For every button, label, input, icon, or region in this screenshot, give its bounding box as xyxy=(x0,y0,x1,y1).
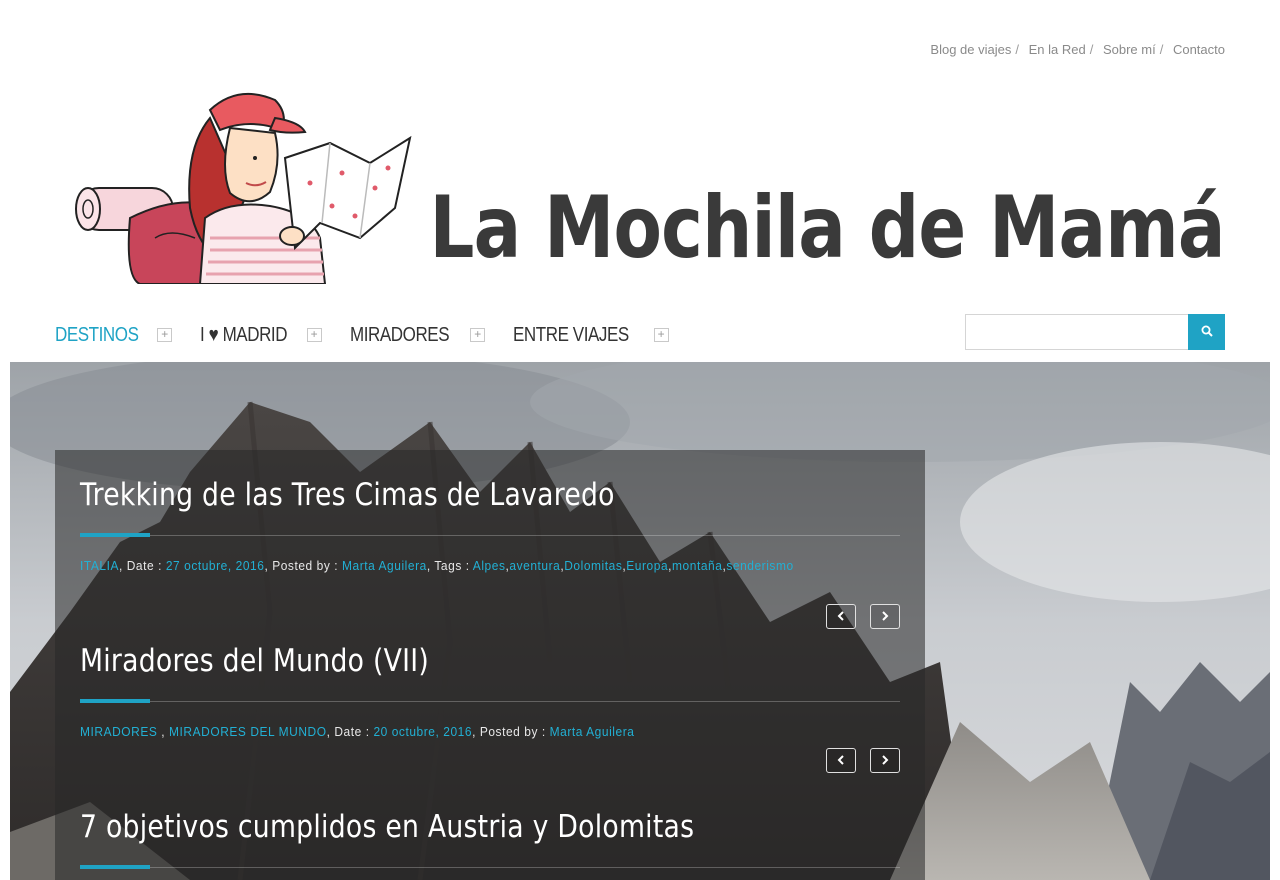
post-tag-link[interactable]: Europa xyxy=(626,558,668,573)
previous-post-button[interactable] xyxy=(826,604,856,629)
post-meta: MIRADORES , MIRADORES DEL MUNDO, Date : … xyxy=(80,724,635,739)
post-tag-link[interactable]: Alpes xyxy=(473,558,506,573)
top-link-blog[interactable]: Blog de viajes xyxy=(930,42,1011,57)
search-icon xyxy=(1201,325,1213,340)
post-list-overlay: Trekking de las Tres Cimas de Lavaredo I… xyxy=(55,450,925,880)
search-button[interactable] xyxy=(1188,314,1225,350)
previous-post-button[interactable] xyxy=(826,748,856,773)
nav-item-destinos[interactable]: DESTINOS + xyxy=(55,323,173,347)
post-tag-link[interactable]: senderismo xyxy=(726,558,793,573)
post-divider-accent xyxy=(80,533,150,537)
site-title[interactable]: La Mochila de Mamá xyxy=(430,178,1226,278)
post-divider-accent xyxy=(80,865,150,869)
post-tag-link[interactable]: Dolomitas xyxy=(564,558,622,573)
chevron-right-icon xyxy=(881,752,889,770)
expand-icon[interactable]: + xyxy=(157,328,173,342)
top-link-sobre[interactable]: Sobre mí xyxy=(1103,42,1156,57)
meta-label: , Posted by : xyxy=(472,724,550,739)
post-category-link[interactable]: MIRADORES xyxy=(80,724,157,739)
next-post-button[interactable] xyxy=(870,604,900,629)
post-title[interactable]: Miradores del Mundo (VII) xyxy=(80,643,785,679)
chevron-left-icon xyxy=(837,752,845,770)
search-input[interactable] xyxy=(965,314,1188,350)
post-divider xyxy=(80,533,900,537)
post-divider xyxy=(80,699,900,703)
hero-slider: Trekking de las Tres Cimas de Lavaredo I… xyxy=(10,362,1270,880)
top-link-red[interactable]: En la Red xyxy=(1029,42,1086,57)
nav-item-miradores[interactable]: MIRADORES + xyxy=(350,324,486,347)
post-navigation xyxy=(826,604,900,629)
post-item: 7 objetivos cumplidos en Austria y Dolom… xyxy=(80,809,900,869)
separator: / xyxy=(1159,42,1164,57)
search-form xyxy=(965,314,1225,350)
next-post-button[interactable] xyxy=(870,748,900,773)
meta-label: , Posted by : xyxy=(264,558,342,573)
expand-icon[interactable]: + xyxy=(653,328,669,342)
post-meta: ITALIA, Date : 27 octubre, 2016, Posted … xyxy=(80,558,794,573)
top-links: Blog de viajes / En la Red / Sobre mí / Con… xyxy=(930,42,1225,57)
post-tag-link[interactable]: aventura xyxy=(509,558,560,573)
post-author-link[interactable]: Marta Aguilera xyxy=(550,724,635,739)
post-navigation xyxy=(826,748,900,773)
post-item: Miradores del Mundo (VII) MIRADORES , MI… xyxy=(80,643,900,773)
post-divider xyxy=(80,865,900,869)
post-divider-accent xyxy=(80,699,150,703)
post-title[interactable]: Trekking de las Tres Cimas de Lavaredo xyxy=(80,477,785,513)
expand-icon[interactable]: + xyxy=(470,328,486,342)
nav-item-madrid[interactable]: I ♥ MADRID + xyxy=(200,323,322,347)
meta-label: , Tags : xyxy=(426,558,473,573)
post-tag-link[interactable]: montaña xyxy=(672,558,722,573)
post-title[interactable]: 7 objetivos cumplidos en Austria y Dolom… xyxy=(80,809,785,845)
top-link-contacto[interactable]: Contacto xyxy=(1173,42,1225,57)
nav-item-label: I ♥ MADRID xyxy=(200,323,288,346)
separator: / xyxy=(1015,42,1019,57)
separator: / xyxy=(1089,42,1094,57)
nav-item-label: DESTINOS xyxy=(55,323,139,346)
meta-label: , Date : xyxy=(118,558,166,573)
nav-item-label: ENTRE VIAJES xyxy=(513,323,630,346)
main-nav: DESTINOS + I ♥ MADRID + MIRADORES + ENTR… xyxy=(55,320,697,350)
meta-label: , Date : xyxy=(326,724,374,739)
site-logo[interactable] xyxy=(70,88,415,285)
post-author-link[interactable]: Marta Aguilera xyxy=(342,558,427,573)
chevron-right-icon xyxy=(881,608,889,626)
post-category-link[interactable]: ITALIA xyxy=(80,558,119,573)
expand-icon[interactable]: + xyxy=(306,328,322,342)
nav-item-label: MIRADORES xyxy=(349,323,450,346)
post-date-link[interactable]: 27 octubre, 2016 xyxy=(166,558,265,573)
post-date-link[interactable]: 20 octubre, 2016 xyxy=(373,724,472,739)
chevron-left-icon xyxy=(837,608,845,626)
post-category-link[interactable]: MIRADORES DEL MUNDO xyxy=(169,724,327,739)
nav-item-entre-viajes[interactable]: ENTRE VIAJES + xyxy=(513,323,669,347)
post-item: Trekking de las Tres Cimas de Lavaredo I… xyxy=(80,477,900,629)
